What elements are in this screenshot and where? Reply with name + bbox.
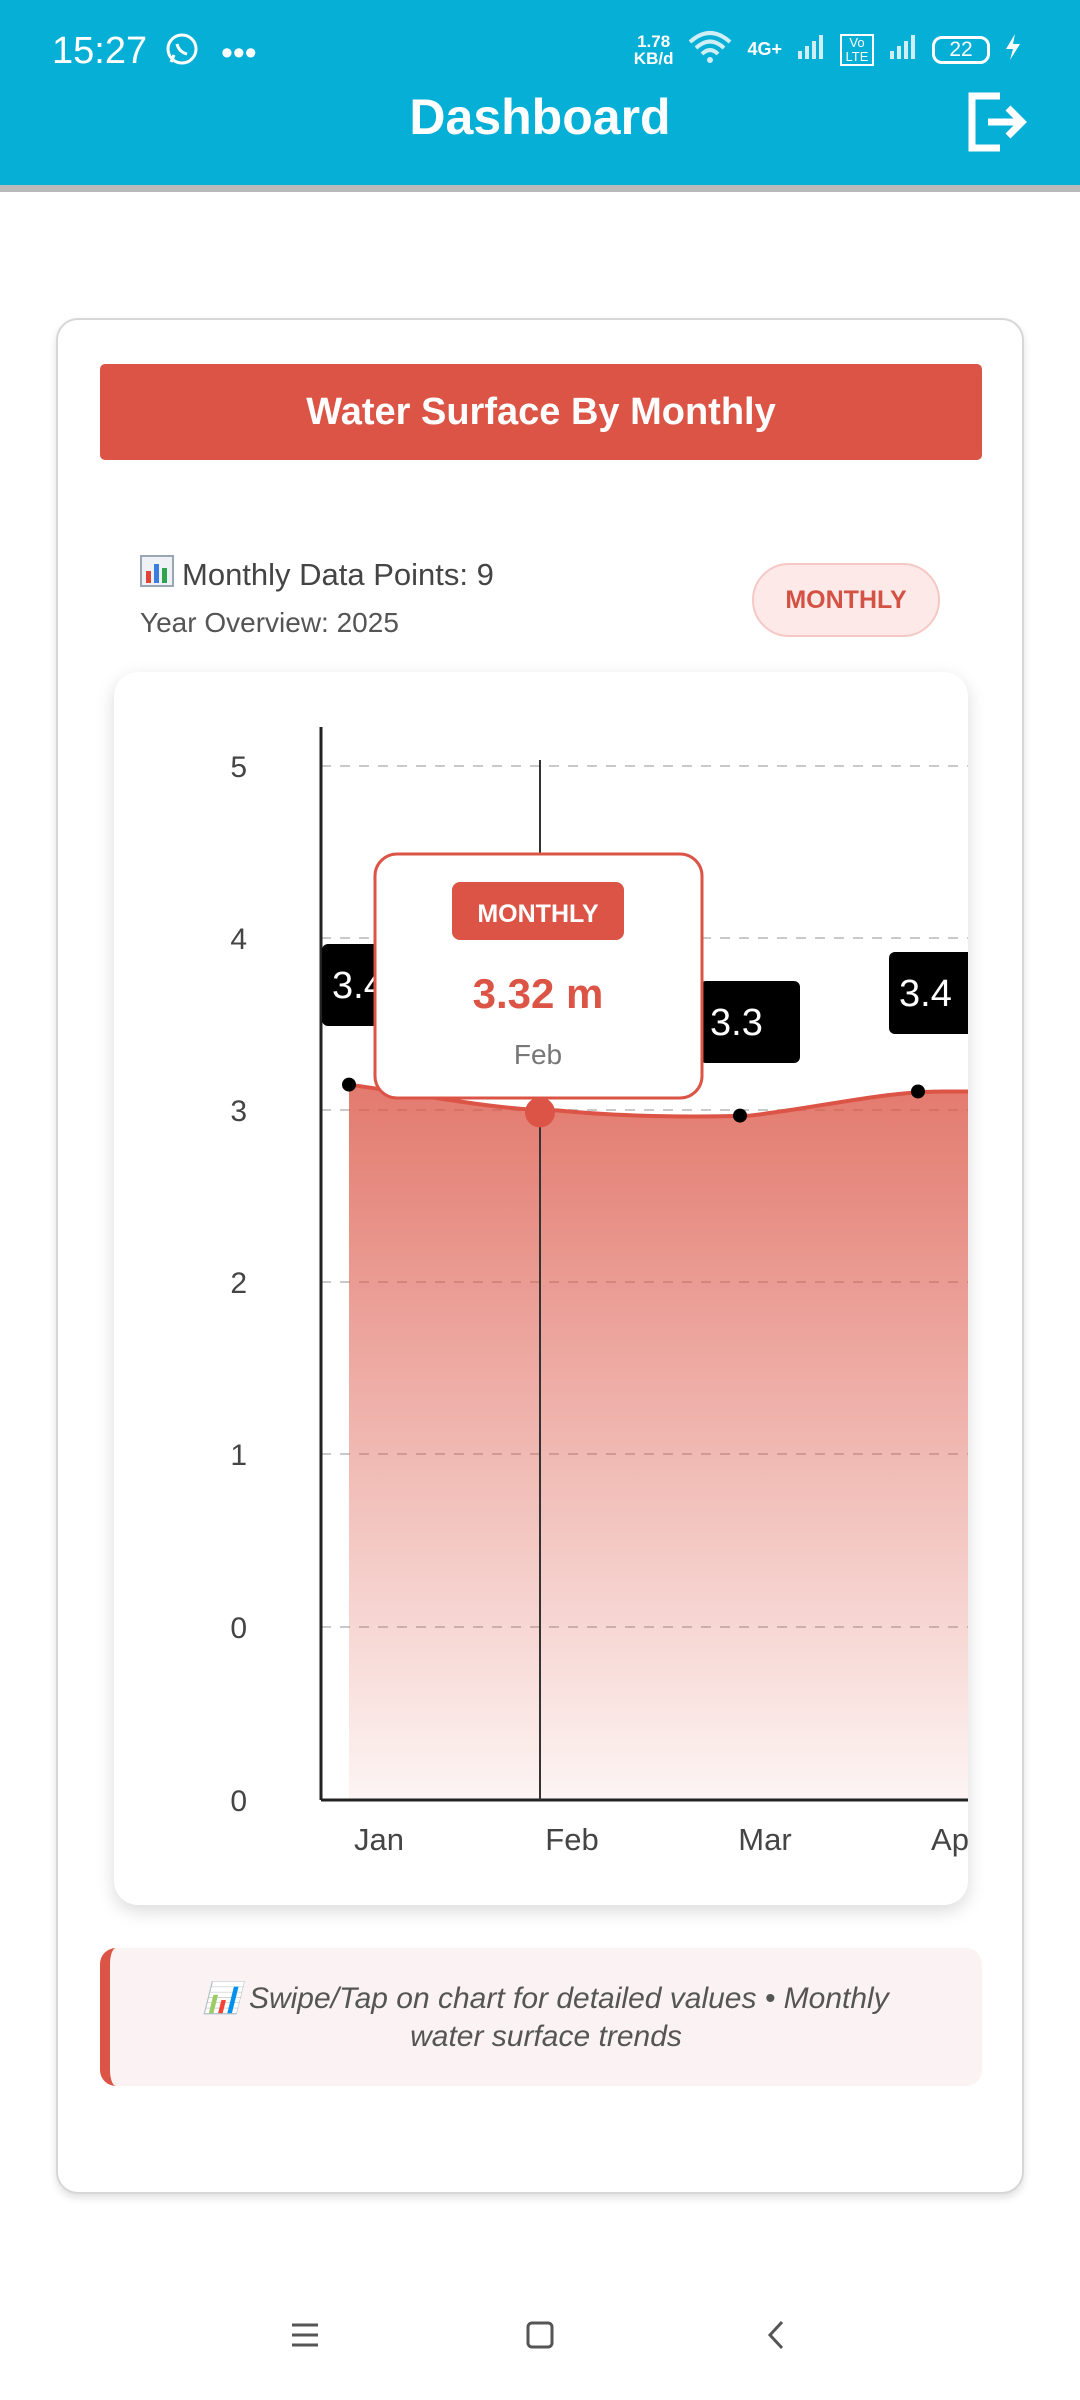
battery-indicator: 22 xyxy=(932,35,990,64)
area-fill xyxy=(349,1084,968,1800)
tooltip-badge-label: MONTHLY xyxy=(477,900,599,928)
bar-chart-icon xyxy=(140,555,174,595)
chart-container[interactable]: 5 4 3 2 1 0 0 3.4 3.3 3.4 Jan Feb Mar Ap MONTHLY 3.32 m… xyxy=(114,672,968,1905)
status-right: 1.78 KB/d 4G+ Vo LTE 22 xyxy=(634,30,1022,69)
selected-point xyxy=(525,1097,555,1128)
y-tick-label: 3 xyxy=(230,1095,247,1128)
x-tick-label: Feb xyxy=(545,1822,598,1857)
data-point xyxy=(911,1084,925,1099)
y-tick-label: 5 xyxy=(230,751,247,784)
whatsapp-icon xyxy=(165,32,199,75)
y-tick-label: 4 xyxy=(230,923,247,956)
data-points-label: Monthly Data Points: 9 xyxy=(182,557,494,592)
water-surface-card: Water Surface By Monthly Monthly Data Po… xyxy=(56,318,1024,2194)
data-label: 3.3 xyxy=(710,1002,763,1044)
logout-button[interactable] xyxy=(964,90,1028,154)
x-tick-label: Ap xyxy=(931,1822,968,1857)
monthly-badge[interactable]: MONTHLY xyxy=(752,563,940,637)
more-dots-icon: ••• xyxy=(221,34,257,72)
chart-hint: 📊 Swipe/Tap on chart for detailed values… xyxy=(100,1948,982,2086)
status-left-icons: ••• xyxy=(165,32,257,75)
charging-icon xyxy=(1004,33,1022,66)
data-point xyxy=(342,1077,356,1092)
status-time: 15:27 xyxy=(52,30,148,72)
app-bar: 15:27 ••• 1.78 KB/d 4G+ Vo LTE 22 Dashbo… xyxy=(0,0,1080,185)
volte-icon: Vo LTE xyxy=(840,33,874,66)
back-icon[interactable] xyxy=(752,2310,802,2360)
y-tick-label: 2 xyxy=(230,1267,247,1300)
tooltip-month: Feb xyxy=(514,1039,562,1070)
data-points-info: Monthly Data Points: 9 xyxy=(140,555,494,595)
wifi-icon xyxy=(687,30,733,69)
data-point xyxy=(733,1108,747,1123)
page-title: Dashboard xyxy=(409,89,671,145)
year-overview: Year Overview: 2025 xyxy=(140,607,399,638)
logout-icon xyxy=(968,92,1027,152)
home-icon[interactable] xyxy=(515,2310,565,2360)
water-surface-chart[interactable]: 54321003.43.33.4Jan Feb Mar ApMONTHLY3.32 m… xyxy=(114,672,968,1905)
app-bar-shadow xyxy=(0,185,1080,192)
card-title: Water Surface By Monthly xyxy=(100,364,982,460)
signal-icon-2 xyxy=(888,33,918,66)
data-label: 3.4 xyxy=(899,973,952,1015)
tooltip-value: 3.32 m xyxy=(473,970,604,1017)
x-tick-label: Jan xyxy=(354,1822,404,1857)
net-speed: 1.78 KB/d xyxy=(633,31,674,68)
network-type: 4G+ xyxy=(747,39,782,59)
menu-icon[interactable] xyxy=(280,2310,330,2360)
x-tick-label: Mar xyxy=(738,1822,791,1857)
y-tick-label: 0 xyxy=(230,1785,247,1818)
system-nav-bar xyxy=(0,2280,1080,2390)
y-tick-label: 1 xyxy=(230,1439,247,1472)
y-tick-label: 0 xyxy=(230,1612,247,1645)
signal-icon-1 xyxy=(796,33,826,66)
